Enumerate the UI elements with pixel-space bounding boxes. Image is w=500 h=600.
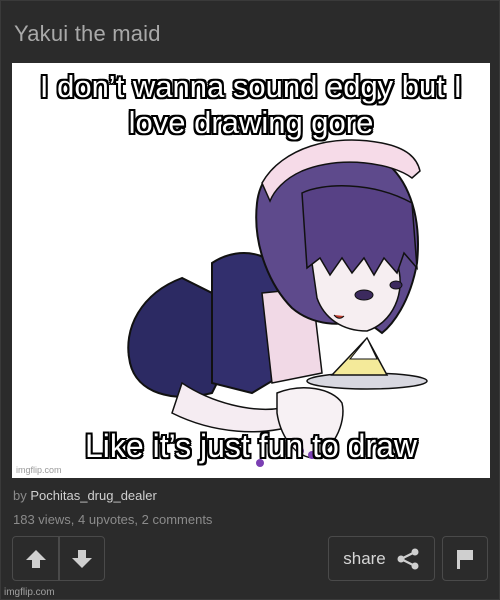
byline: by Pochitas_drug_dealer (13, 488, 157, 503)
byline-prefix: by (13, 488, 27, 503)
share-icon (397, 548, 419, 569)
footer-watermark: imgflip.com (4, 587, 55, 598)
author-link[interactable]: Pochitas_drug_dealer (30, 488, 156, 503)
meme-image[interactable]: I don’t wanna sound edgy but I love draw… (12, 63, 490, 478)
share-button[interactable]: share (328, 536, 435, 581)
bottom-caption: Like it’s just fun to draw (84, 428, 417, 464)
arrow-down-icon (72, 549, 92, 568)
post-title: Yakui the maid (14, 21, 161, 46)
top-caption: I don’t wanna sound edgy but I love draw… (39, 69, 463, 140)
post-stats: 183 views, 4 upvotes, 2 comments (13, 512, 213, 527)
downvote-button[interactable] (59, 536, 105, 581)
flag-button[interactable] (442, 536, 488, 581)
flag-icon (457, 549, 473, 569)
image-watermark: imgflip.com (16, 465, 62, 475)
upvote-button[interactable] (12, 536, 59, 581)
meme-card: Yakui the maid I don’t wanna sound edgy … (0, 0, 500, 600)
arrow-up-icon (25, 549, 46, 568)
share-label: share (343, 548, 386, 568)
